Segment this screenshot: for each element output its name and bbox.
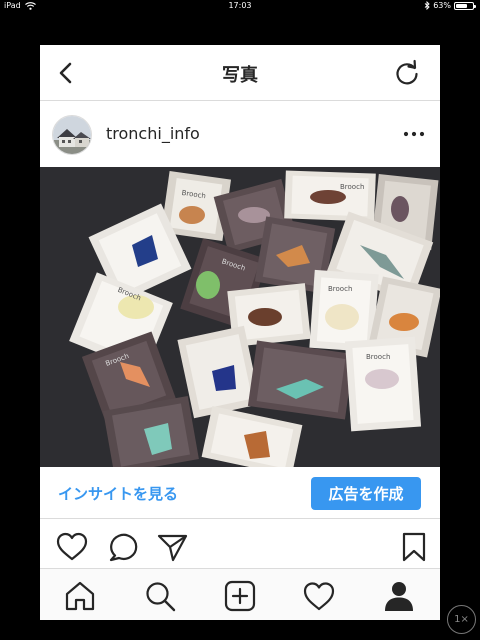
post-header: tronchi_info — [40, 102, 440, 167]
package-3: Brooch — [284, 170, 376, 222]
profile-icon[interactable] — [382, 579, 416, 613]
page-title: 写真 — [222, 65, 258, 86]
battery-fill — [456, 3, 468, 8]
post-actions — [40, 520, 440, 568]
battery-percent: 63% — [433, 1, 451, 10]
bookmark-icon[interactable] — [398, 532, 430, 562]
app-window: 写真 tronchi_info Brooch Brooch Brooch Bro… — [40, 45, 440, 620]
avatar[interactable] — [52, 115, 92, 155]
package-label: Brooch — [328, 285, 352, 293]
more-horizontal-icon[interactable] — [402, 126, 426, 142]
tab-bar — [40, 568, 440, 620]
promote-button[interactable]: 広告を作成 — [311, 477, 421, 510]
package-label: Brooch — [366, 353, 390, 361]
heart-icon[interactable] — [56, 532, 88, 562]
insights-row: インサイトを見る 広告を作成 — [40, 467, 440, 519]
bluetooth-icon — [424, 1, 430, 10]
zoom-toggle-button[interactable]: 1× — [447, 605, 476, 634]
battery-icon — [454, 1, 476, 10]
home-icon[interactable] — [63, 579, 97, 613]
package-15 — [247, 340, 355, 420]
share-icon[interactable] — [156, 532, 188, 562]
activity-heart-icon[interactable] — [302, 579, 336, 613]
post-username[interactable]: tronchi_info — [106, 124, 200, 143]
package-16: Brooch — [344, 336, 422, 432]
package-11: Brooch — [309, 269, 379, 353]
refresh-icon[interactable] — [392, 58, 422, 88]
post-photo[interactable]: Brooch Brooch Brooch Brooch Brooch Brooc… — [40, 167, 440, 467]
nav-bar: 写真 — [40, 45, 440, 101]
status-time: 17:03 — [228, 1, 252, 10]
brooch-photo: Brooch Brooch Brooch Brooch Brooch Brooc… — [40, 167, 440, 467]
comment-icon[interactable] — [107, 532, 139, 562]
avatar-image — [53, 116, 91, 154]
search-icon[interactable] — [143, 579, 177, 613]
view-insights-link[interactable]: インサイトを見る — [58, 483, 178, 504]
add-icon[interactable] — [223, 579, 257, 613]
package-label: Brooch — [340, 183, 364, 191]
status-bar: iPad 17:03 63% — [0, 0, 480, 14]
status-right: 63% — [424, 1, 476, 10]
